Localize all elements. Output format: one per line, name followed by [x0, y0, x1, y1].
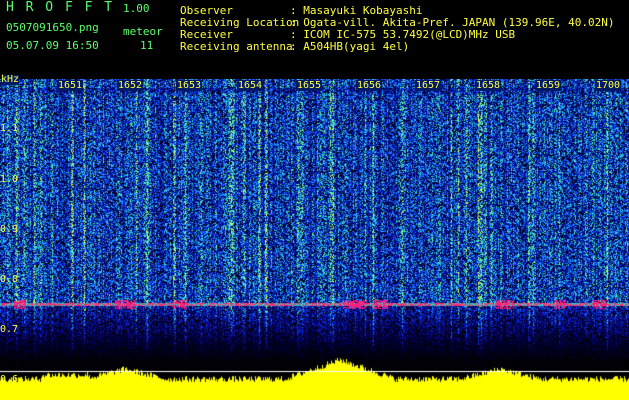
spectrogram-canvas	[0, 79, 629, 400]
spectrogram	[0, 79, 629, 400]
time-tick: 1657	[415, 80, 442, 91]
app-title: H R O F F T	[6, 0, 115, 15]
time-tick: 1653	[176, 80, 203, 91]
meteor-label: meteor	[123, 25, 163, 38]
time-tick: 1651	[57, 80, 84, 91]
freq-tick: 0.9	[0, 224, 19, 235]
antenna-label: Receiving antenna	[180, 40, 293, 53]
time-tick: 1659	[535, 80, 562, 91]
meteor-count: 11	[140, 39, 154, 52]
app-version: 1.00	[123, 2, 150, 15]
time-tick: 1654	[237, 80, 264, 91]
file-name: 0507091650.png	[6, 21, 99, 34]
time-tick: 1700	[595, 80, 622, 91]
time-tick: 1652	[117, 80, 144, 91]
freq-tick: 0.6	[0, 374, 19, 385]
date-time: 05.07.09 16:50	[6, 39, 99, 52]
time-tick: 1655	[296, 80, 323, 91]
freq-tick: 0.7	[0, 324, 19, 335]
freq-unit-label: kHz	[1, 74, 20, 85]
freq-tick: 1.1	[0, 123, 19, 134]
freq-tick: 1.0	[0, 174, 19, 185]
freq-tick: 0.8	[0, 274, 19, 285]
antenna-value: : A504HB(yagi 4el)	[290, 40, 410, 53]
time-tick: 1658	[475, 80, 502, 91]
time-tick: 1656	[356, 80, 383, 91]
